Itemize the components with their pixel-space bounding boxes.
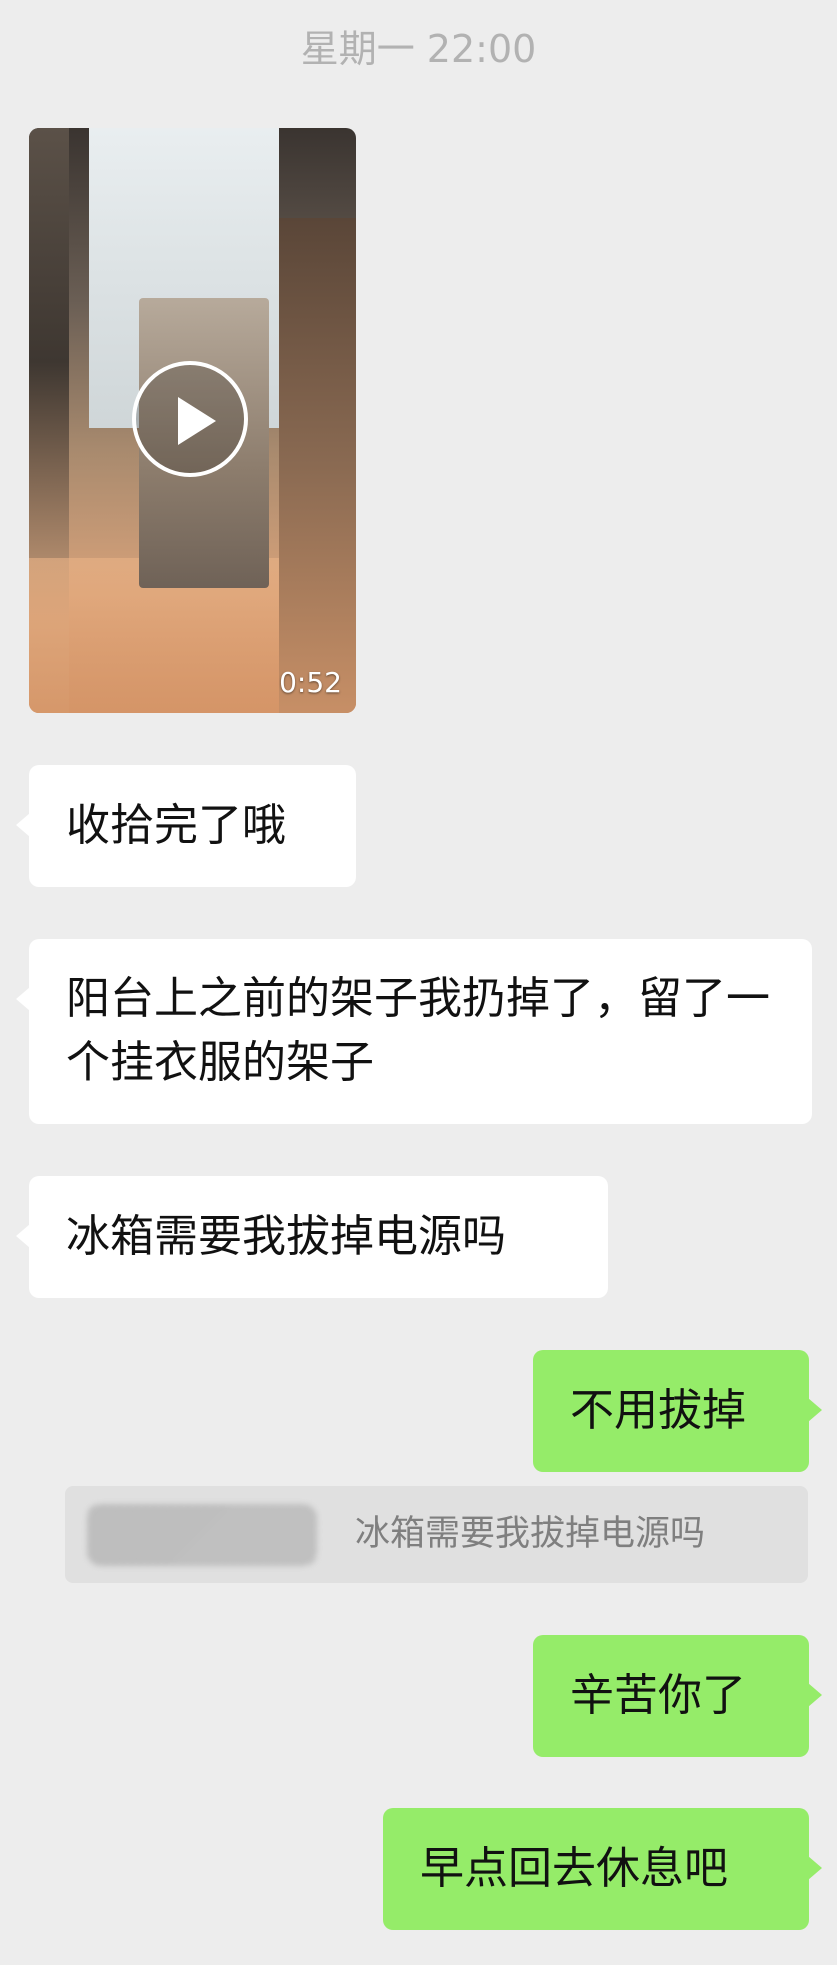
message-text: 收拾完了哦 [66, 800, 286, 851]
blurred-sender-name [87, 1504, 317, 1566]
outgoing-message[interactable]: 早点回去休息吧 [383, 1808, 822, 1930]
quoted-reply[interactable]: 冰箱需要我拔掉电源吗 [65, 1486, 808, 1583]
quoted-text: 冰箱需要我拔掉电源吗 [355, 1514, 706, 1554]
outgoing-message[interactable]: 辛苦你了 [533, 1635, 822, 1757]
message-text: 辛苦你了 [570, 1670, 746, 1721]
video-thumbnail-door [279, 218, 356, 713]
chat-timestamp: 星期一 22:00 [300, 27, 537, 71]
video-duration: 0:52 [279, 666, 342, 699]
message-text: 早点回去休息吧 [420, 1843, 728, 1894]
play-icon[interactable] [132, 361, 248, 477]
incoming-message[interactable]: 阳台上之前的架子我扔掉了，留了一个挂衣服的架子 [16, 939, 812, 1124]
message-text: 冰箱需要我拔掉电源吗 [66, 1211, 506, 1262]
message-text: 不用拔掉 [570, 1385, 746, 1436]
incoming-message[interactable]: 冰箱需要我拔掉电源吗 [16, 1176, 608, 1298]
video-message[interactable]: 0:52 [29, 128, 356, 713]
message-text: 阳台上之前的架子我扔掉了，留了一个挂衣服的架子 [66, 973, 770, 1088]
incoming-message[interactable]: 收拾完了哦 [16, 765, 356, 887]
outgoing-message[interactable]: 不用拔掉 [533, 1350, 822, 1472]
